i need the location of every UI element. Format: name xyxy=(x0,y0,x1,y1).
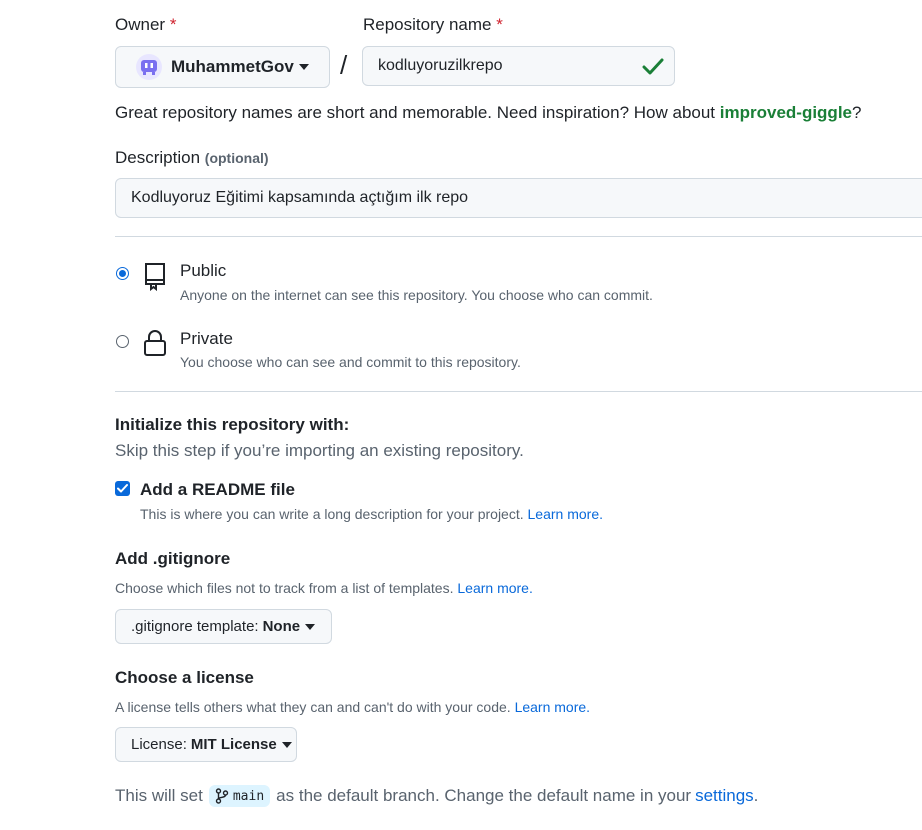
gitignore-button-prefix: .gitignore template: xyxy=(131,618,259,635)
divider xyxy=(115,391,922,392)
owner-label-text: Owner xyxy=(115,15,166,34)
private-title: Private xyxy=(180,329,233,348)
owner-dropdown[interactable]: MuhammetGov xyxy=(115,46,330,88)
license-desc-text: A license tells others what they can and… xyxy=(115,699,511,715)
chevron-down-icon xyxy=(281,741,292,748)
chevron-down-icon xyxy=(305,623,316,630)
branch-middle: as the default branch. Change the defaul… xyxy=(276,786,692,805)
repo-name-input[interactable]: kodluyoruzilkrepo xyxy=(362,46,675,86)
settings-link[interactable]: settings xyxy=(695,786,754,805)
chevron-down-icon xyxy=(298,64,309,70)
divider xyxy=(115,236,922,237)
description-input[interactable]: Kodluyoruz Eğitimi kapsamında açtığım il… xyxy=(115,178,922,218)
avatar xyxy=(136,54,162,80)
license-learn-more-link[interactable]: Learn more. xyxy=(515,699,590,715)
owner-required-mark: * xyxy=(169,15,177,34)
repo-icon xyxy=(142,261,168,296)
repo-name-hint: Great repository names are short and mem… xyxy=(115,103,861,123)
owner-value: MuhammetGov xyxy=(171,57,294,76)
readme-description: This is where you can write a long descr… xyxy=(140,506,603,522)
gitignore-heading: Add .gitignore xyxy=(115,549,231,568)
repo-required-mark: * xyxy=(496,15,503,34)
license-button-prefix: License: xyxy=(131,736,187,753)
private-radio[interactable] xyxy=(116,335,129,348)
license-heading: Choose a license xyxy=(115,668,254,687)
readme-desc-text: This is where you can write a long descr… xyxy=(140,506,524,522)
description-label: Description (optional) xyxy=(115,148,269,168)
readme-learn-more-link[interactable]: Learn more. xyxy=(528,506,603,522)
repo-hint-prefix: Great repository names are short and mem… xyxy=(115,103,720,122)
public-title: Public xyxy=(180,261,227,280)
repo-name-value: kodluyoruzilkrepo xyxy=(378,57,503,74)
gitignore-description: Choose which files not to track from a l… xyxy=(115,580,533,596)
description-value: Kodluyoruz Eğitimi kapsamında açtığım il… xyxy=(131,189,469,206)
default-branch-note: This will set main as the default branch… xyxy=(115,785,758,807)
check-icon xyxy=(642,56,664,81)
branch-suffix: . xyxy=(753,786,759,805)
git-branch-icon xyxy=(215,788,229,804)
repo-name-label: Repository name * xyxy=(363,15,503,35)
repo-name-label-text: Repository name xyxy=(363,15,492,34)
public-radio[interactable] xyxy=(116,267,129,280)
repo-name-suggestion[interactable]: improved-giggle xyxy=(720,103,852,122)
branch-badge: main xyxy=(208,785,271,807)
public-description: Anyone on the internet can see this repo… xyxy=(180,287,653,303)
branch-name: main xyxy=(232,788,265,804)
license-button-value: MIT License xyxy=(190,736,277,753)
gitignore-desc-text: Choose which files not to track from a l… xyxy=(115,580,454,596)
readme-label[interactable]: Add a README file xyxy=(140,480,295,500)
license-dropdown[interactable]: License: MIT License xyxy=(115,727,297,762)
gitignore-template-dropdown[interactable]: .gitignore template: None xyxy=(115,609,332,644)
owner-repo-separator: / xyxy=(340,50,348,80)
checkmark-icon xyxy=(117,484,128,493)
private-description: You choose who can see and commit to thi… xyxy=(180,354,521,370)
owner-label: Owner * xyxy=(115,15,176,35)
license-description: A license tells others what they can and… xyxy=(115,699,590,715)
init-heading: Initialize this repository with: xyxy=(115,415,350,434)
gitignore-button-value: None xyxy=(262,618,301,635)
description-optional: (optional) xyxy=(204,150,269,166)
branch-prefix: This will set xyxy=(115,786,203,805)
readme-checkbox[interactable] xyxy=(115,481,130,496)
description-label-text: Description xyxy=(115,148,201,167)
init-subheading: Skip this step if you’re importing an ex… xyxy=(115,441,524,460)
gitignore-learn-more-link[interactable]: Learn more. xyxy=(457,580,532,596)
repo-hint-suffix: ? xyxy=(852,103,862,122)
lock-icon xyxy=(143,329,167,362)
